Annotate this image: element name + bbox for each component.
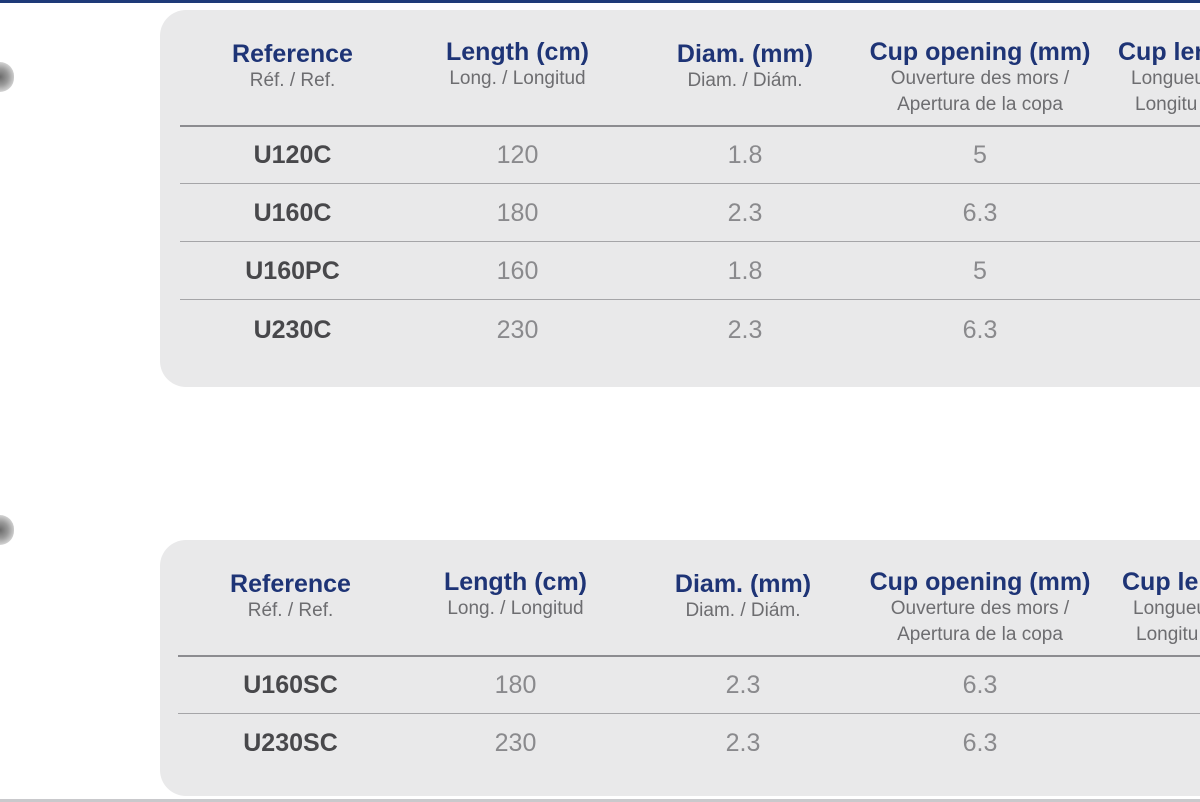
cell-reference: U160C (253, 199, 332, 227)
cell-diameter: 1.8 (727, 257, 763, 285)
column-header-diameter: Diam. (mm) Diam. / Diám. (640, 40, 850, 94)
column-header-diameter: Diam. (mm) Diam. / Diám. (638, 570, 848, 624)
column-header-title: Diam. (mm) (674, 570, 812, 598)
row-divider (178, 713, 1200, 714)
cell-cup-opening: 6.3 (962, 729, 998, 757)
row-divider (180, 299, 1200, 300)
cell-length: 180 (496, 199, 539, 227)
column-header-cup-length: Cup len Longueu Longitu (1118, 38, 1200, 118)
column-header-length: Length (cm) Long. / Longitud (408, 568, 623, 622)
cell-cup-opening: 6.3 (962, 671, 998, 699)
left-edge-bullet-2 (0, 515, 14, 545)
column-header-subtitle-2: Apertura de la copa (897, 624, 1063, 645)
cell-reference: U230SC (243, 729, 338, 757)
cell-reference: U160PC (245, 257, 340, 285)
column-header-title: Length (cm) (445, 38, 590, 66)
column-header-subtitle: Réf. / Ref. (247, 600, 334, 621)
column-header-cup-opening: Cup opening (mm) Ouverture des mors / Ap… (860, 568, 1100, 648)
header-divider (178, 655, 1200, 657)
cell-cup-opening: 6.3 (962, 316, 998, 344)
row-divider (180, 241, 1200, 242)
column-header-subtitle-2: Longitu (1135, 94, 1198, 115)
cell-cup-opening: 6.3 (962, 199, 998, 227)
column-header-subtitle: Réf. / Ref. (249, 70, 336, 91)
column-header-title: Cup opening (mm) (869, 568, 1091, 596)
column-header-subtitle: Long. / Longitud (449, 68, 586, 89)
spec-table-1: Reference Réf. / Ref. Length (cm) Long. … (160, 10, 1200, 387)
cell-reference: U160SC (243, 671, 338, 699)
cell-length: 230 (494, 729, 537, 757)
column-header-cup-length: Cup len Longueu Longitu (1122, 568, 1200, 648)
cell-diameter: 1.8 (727, 141, 763, 169)
spec-table-2: Reference Réf. / Ref. Length (cm) Long. … (160, 540, 1200, 796)
column-header-title: Cup opening (mm) (869, 38, 1091, 66)
cell-reference: U120C (253, 141, 332, 169)
cell-diameter: 2.3 (725, 671, 761, 699)
column-header-subtitle-2: Apertura de la copa (897, 94, 1063, 115)
column-header-length: Length (cm) Long. / Longitud (410, 38, 625, 92)
cell-cup-opening: 5 (973, 257, 987, 285)
cell-diameter: 2.3 (725, 729, 761, 757)
column-header-reference: Reference Réf. / Ref. (190, 40, 395, 94)
column-header-reference: Reference Réf. / Ref. (188, 570, 393, 624)
column-header-title: Cup len (1118, 38, 1200, 66)
cell-diameter: 2.3 (727, 316, 763, 344)
column-header-title: Cup len (1122, 568, 1200, 596)
column-header-subtitle: Diam. / Diám. (687, 70, 803, 91)
column-header-title: Reference (230, 570, 351, 598)
column-header-subtitle: Diam. / Diám. (685, 600, 801, 621)
column-header-subtitle: Longueu (1131, 68, 1200, 89)
left-edge-bullet-1 (0, 62, 14, 92)
header-divider (180, 125, 1200, 127)
cell-diameter: 2.3 (727, 199, 763, 227)
column-header-subtitle: Long. / Longitud (447, 598, 584, 619)
column-header-subtitle: Longueu (1133, 598, 1200, 619)
column-header-title: Reference (232, 40, 353, 68)
column-header-subtitle: Ouverture des mors / (890, 598, 1070, 619)
column-header-cup-opening: Cup opening (mm) Ouverture des mors / Ap… (860, 38, 1100, 118)
cell-cup-opening: 5 (973, 141, 987, 169)
top-rule (0, 0, 1200, 3)
column-header-subtitle-2: Longitu (1136, 624, 1199, 645)
cell-length: 230 (496, 316, 539, 344)
cell-length: 180 (494, 671, 537, 699)
cell-length: 120 (496, 141, 539, 169)
column-header-title: Diam. (mm) (676, 40, 814, 68)
column-header-subtitle: Ouverture des mors / (890, 68, 1070, 89)
cell-length: 160 (496, 257, 539, 285)
column-header-title: Length (cm) (443, 568, 588, 596)
cell-reference: U230C (253, 316, 332, 344)
row-divider (180, 183, 1200, 184)
